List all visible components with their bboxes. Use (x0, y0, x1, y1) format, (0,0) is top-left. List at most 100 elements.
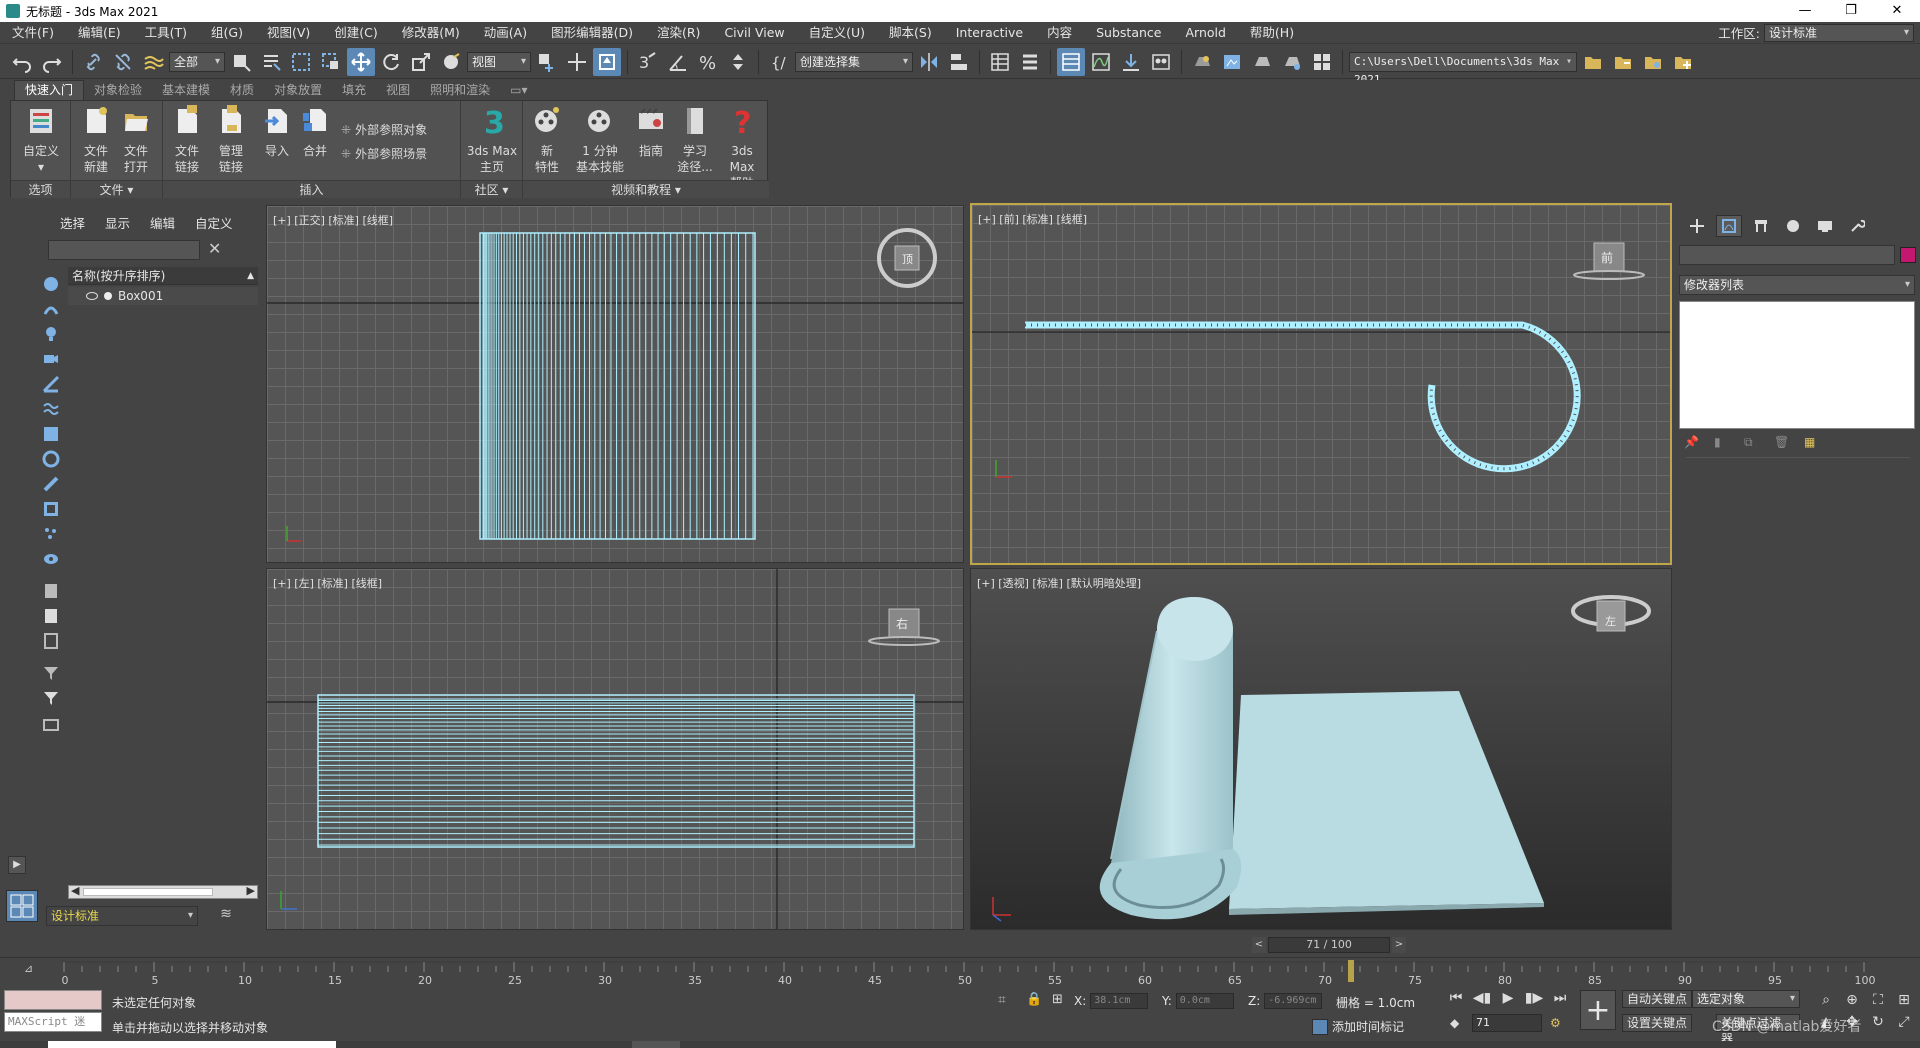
set-key-button[interactable]: 设置关键点 (1622, 1014, 1693, 1032)
selection-lock-icon[interactable]: 🔒 (1026, 992, 1042, 1007)
project-settings-icon[interactable] (1639, 48, 1667, 76)
file-link-button[interactable]: 文件 链接 (167, 105, 207, 175)
select-and-place-icon[interactable] (437, 48, 465, 76)
display-containers-icon[interactable] (40, 498, 62, 520)
display-cameras-icon[interactable] (40, 348, 62, 370)
tab-quick-start[interactable]: 快速入门 (14, 80, 85, 100)
set-project-icon[interactable] (1609, 48, 1637, 76)
taskbar-item[interactable] (48, 1041, 336, 1048)
viewport-label[interactable]: [+] [前] [标准] [线框] (978, 211, 1087, 227)
selection-filter-dropdown[interactable]: 全部 (169, 51, 225, 72)
viewcube[interactable]: 顶 (877, 228, 937, 288)
layers-icon[interactable]: ≋ (216, 906, 236, 926)
material-editor-icon[interactable] (1147, 48, 1175, 76)
merge-button[interactable]: 合并 (297, 105, 333, 159)
xref-objects-button[interactable]: ⁜ 外部参照对象 (341, 121, 427, 138)
bind-space-warp-icon[interactable] (139, 48, 167, 76)
display-particles-icon[interactable] (40, 523, 62, 545)
current-frame-marker[interactable] (1348, 960, 1354, 982)
unlink-icon[interactable] (109, 48, 137, 76)
align-icon[interactable] (945, 48, 973, 76)
viewport-front[interactable]: [+] [前] [标准] [线框] 前 (970, 203, 1672, 565)
menu-graph-editors[interactable]: 图形编辑器(D) (539, 22, 645, 44)
undo-icon[interactable] (8, 48, 36, 76)
display-xrefs-icon[interactable] (40, 448, 62, 470)
make-unique-icon[interactable]: ⧉ (1744, 435, 1760, 451)
angle-snap-icon[interactable] (664, 48, 692, 76)
zoom-extents-icon[interactable]: ⛶ (1870, 992, 1886, 1008)
utilities-wrench-icon[interactable] (1844, 215, 1870, 237)
reference-coordinate-dropdown[interactable]: 视图 (467, 51, 531, 72)
play-icon[interactable]: ▶ (1498, 990, 1518, 1006)
scene-explorer-icon[interactable] (1057, 47, 1085, 76)
import-button[interactable]: 导入 (259, 105, 295, 159)
workspace-bottom-dropdown[interactable]: 设计标准 (46, 906, 198, 926)
close-button[interactable]: ✕ (1874, 0, 1920, 22)
customize-button[interactable]: 自定义 ▾ (17, 105, 65, 175)
manipulate-icon[interactable] (563, 48, 591, 76)
new-features-button[interactable]: 新 特性 (529, 105, 565, 175)
rendered-frame-window-icon[interactable] (1218, 48, 1246, 76)
curve-editor-icon[interactable] (1087, 48, 1115, 76)
filter-funnel-icon[interactable] (40, 662, 62, 684)
tab-object-inspection[interactable]: 对象检验 (84, 81, 152, 100)
viewport-label[interactable]: [+] [正交] [标准] [线框] (273, 212, 393, 228)
expand-panel-icon[interactable]: ▶ (8, 856, 26, 874)
absolute-mode-icon[interactable]: ⊞ (1052, 992, 1063, 1007)
minimize-button[interactable]: — (1782, 0, 1828, 22)
select-and-rotate-icon[interactable] (377, 48, 405, 76)
display-helpers-icon[interactable] (40, 373, 62, 395)
taskbar-item[interactable] (632, 1041, 680, 1048)
create-tab-plus-icon[interactable] (1684, 215, 1710, 237)
display-bones-icon[interactable] (40, 473, 62, 495)
explorer-menu-select[interactable]: 选择 (60, 213, 85, 232)
tab-materials[interactable]: 材质 (220, 81, 264, 100)
display-all-icon[interactable] (40, 580, 62, 602)
rect-selection-icon[interactable] (287, 48, 315, 76)
project-new-icon[interactable] (1669, 48, 1697, 76)
named-selection-dropdown[interactable]: 创建选择集 (795, 51, 913, 72)
list-item[interactable]: Box001 (68, 287, 258, 305)
modifier-list-dropdown[interactable]: 修改器列表 (1679, 275, 1915, 295)
explorer-menu-display[interactable]: 显示 (105, 213, 130, 232)
scroll-left-icon[interactable]: ◀ (71, 884, 79, 897)
menu-edit[interactable]: 编辑(E) (66, 22, 133, 44)
key-selection-dropdown[interactable]: 选定对象 (1692, 990, 1800, 1008)
viewcube[interactable]: 右 (867, 607, 940, 647)
menu-group[interactable]: 组(G) (199, 22, 255, 44)
ribbon-options-icon[interactable]: ▭▾ (500, 81, 537, 100)
project-folder-icon[interactable] (1579, 48, 1607, 76)
layer-explorer-icon[interactable] (986, 48, 1014, 76)
explorer-horizontal-scrollbar[interactable]: ◀ ▶ (68, 884, 258, 899)
viewport-top[interactable]: [+] [正交] [标准] [线框] 顶 (266, 205, 964, 563)
modifier-stack[interactable] (1679, 301, 1915, 429)
motion-tab-icon[interactable] (1780, 215, 1806, 237)
display-lights-icon[interactable] (40, 323, 62, 345)
menu-arnold[interactable]: Arnold (1173, 22, 1237, 44)
select-and-scale-icon[interactable] (407, 48, 435, 76)
display-groups-icon[interactable] (40, 423, 62, 445)
time-slider-next-icon[interactable]: > (1392, 937, 1406, 953)
object-color-swatch[interactable] (1900, 247, 1916, 263)
clear-search-icon[interactable]: ✕ (208, 239, 221, 258)
zoom-extents-all-icon[interactable]: ⊞ (1896, 992, 1912, 1008)
key-mode-toggle-icon[interactable]: ◆ (1450, 1016, 1459, 1030)
pivot-center-icon[interactable] (533, 48, 561, 76)
menu-tools[interactable]: 工具(T) (133, 22, 199, 44)
explorer-menu-customize[interactable]: 自定义 (195, 213, 233, 232)
track-bar[interactable]: ⊿ 0 5 10 15 20 25 30 35 40 45 50 55 60 65 70 75 80 85 90 95… (0, 957, 1920, 986)
hierarchy-tab-icon[interactable] (1748, 215, 1774, 237)
select-and-move-icon[interactable] (347, 47, 375, 76)
maximize-viewport-icon[interactable]: ⤢ (1896, 1014, 1912, 1030)
display-shapes-icon[interactable] (40, 298, 62, 320)
scroll-right-icon[interactable]: ▶ (247, 884, 255, 897)
file-new-button[interactable]: 文件 新建 (77, 105, 115, 175)
menu-file[interactable]: 文件(F) (0, 22, 66, 44)
explorer-search-input[interactable] (48, 240, 200, 260)
tab-basic-modeling[interactable]: 基本建模 (152, 81, 220, 100)
show-end-result-icon[interactable]: ▮ (1714, 435, 1730, 451)
maxscript-mini-listener[interactable]: MAXScript 迷 (4, 1012, 102, 1032)
tab-lighting-rendering[interactable]: 照明和渲染 (420, 81, 500, 100)
menu-animation[interactable]: 动画(A) (472, 22, 539, 44)
edit-named-selection-icon[interactable]: {/ (765, 48, 793, 76)
